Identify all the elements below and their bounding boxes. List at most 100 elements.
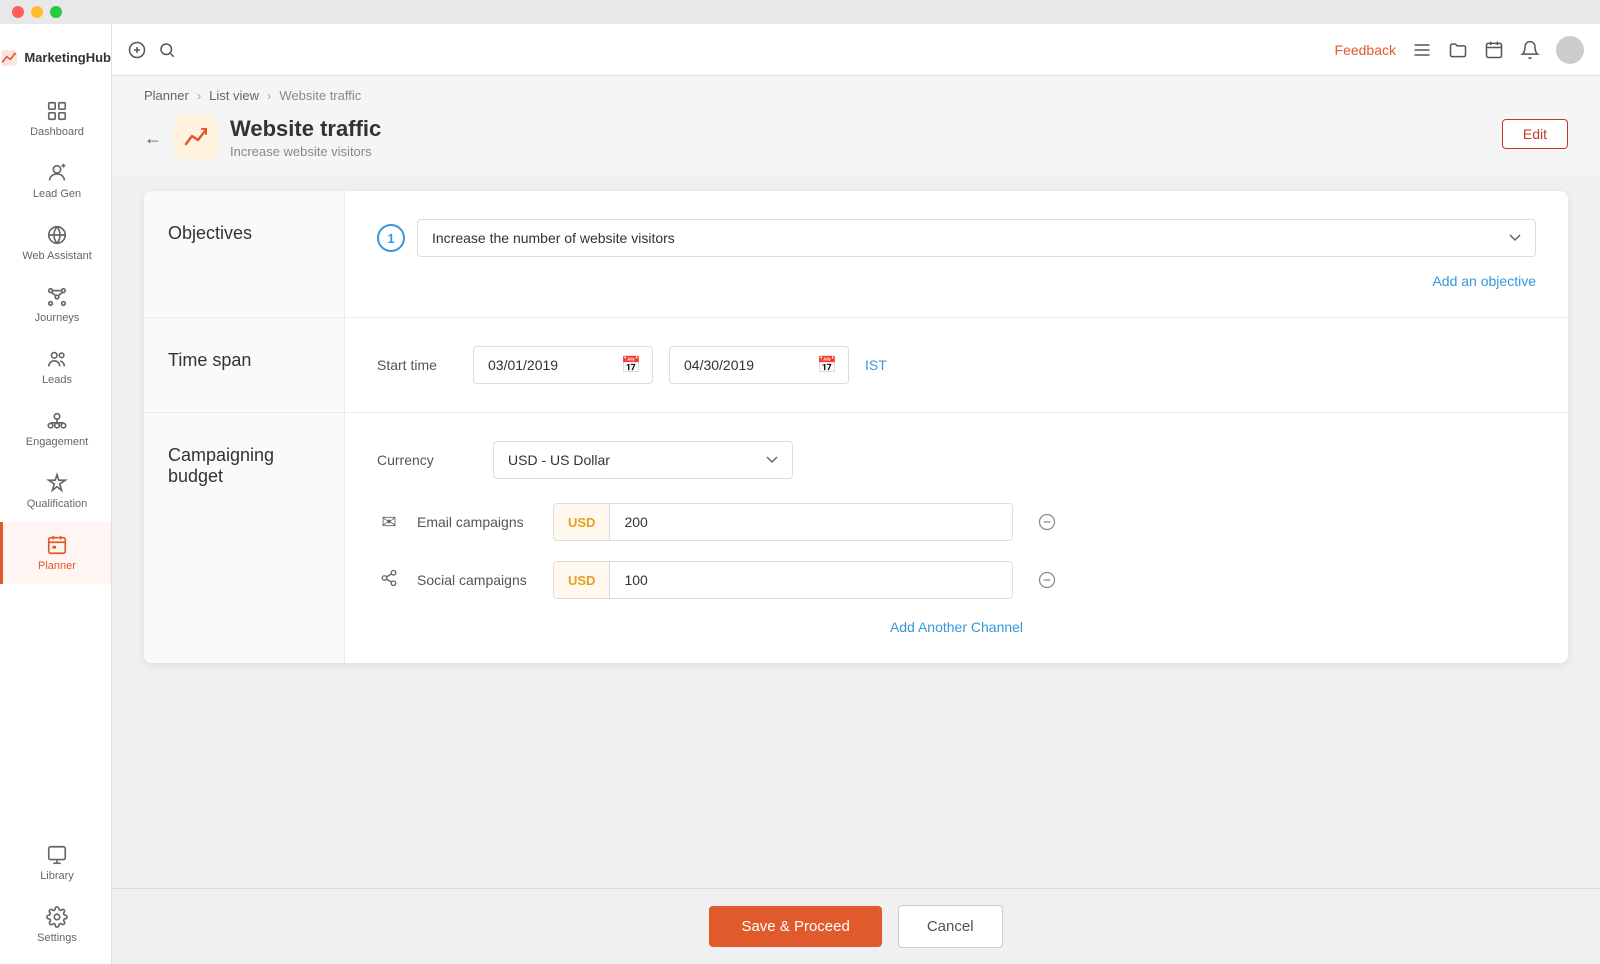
start-time-label: Start time (377, 357, 457, 373)
budget-label: Campaigning budget (144, 413, 344, 663)
planner-icon (46, 534, 68, 556)
close-dot[interactable] (12, 6, 24, 18)
topbar-icons: Feedback (1335, 36, 1584, 64)
back-button[interactable]: ← (144, 128, 162, 149)
minimize-dot[interactable] (31, 6, 43, 18)
share-icon (380, 569, 398, 587)
add-objective-link-wrap: Add an objective (377, 273, 1536, 289)
add-icon[interactable] (128, 41, 146, 59)
feedback-button[interactable]: Feedback (1335, 42, 1396, 58)
sidebar-item-dashboard[interactable]: Dashboard (0, 88, 111, 150)
end-date-input[interactable] (669, 346, 849, 384)
footer-actions: Save & Proceed Cancel (112, 888, 1600, 964)
timezone-label[interactable]: IST (865, 357, 887, 373)
sidebar-bottom: Library Settings (0, 832, 111, 964)
start-date-input[interactable] (473, 346, 653, 384)
email-input-wrap: USD (553, 503, 1013, 541)
remove-email-button[interactable] (1029, 512, 1065, 532)
add-channel-link[interactable]: Add Another Channel (890, 619, 1023, 635)
objectives-section: Objectives 1 Increase the number of webs… (144, 191, 1568, 318)
page-title-group: Website traffic Increase website visitor… (230, 116, 381, 159)
currency-row: Currency USD - US Dollar (377, 441, 1536, 479)
logo-icon (0, 44, 18, 72)
minus-circle-icon (1037, 512, 1057, 532)
lead-gen-icon (46, 162, 68, 184)
page-title-row: ← Website traffic Increase website visit… (144, 115, 1568, 175)
window-chrome (0, 0, 1600, 24)
sidebar-item-lead-gen[interactable]: Lead Gen (0, 150, 111, 212)
timespan-section: Time span Start time 📅 📅 IST (144, 318, 1568, 413)
social-currency-tag: USD (554, 562, 610, 598)
logo-text: MarketingHub (24, 50, 111, 66)
topbar-left (128, 41, 176, 59)
sidebar-item-web-assistant[interactable]: Web Assistant (0, 212, 111, 274)
end-date-wrap: 📅 (669, 346, 849, 384)
sidebar-item-journeys[interactable]: Journeys (0, 274, 111, 336)
user-avatar[interactable] (1556, 36, 1584, 64)
engagement-icon (46, 410, 68, 432)
breadcrumb: Planner › List view › Website traffic (144, 88, 1568, 103)
email-amount-input[interactable] (610, 504, 1012, 540)
main-area: Feedback Planner › List vie (112, 24, 1600, 964)
page-title-left: ← Website traffic Increase website visit… (144, 115, 381, 159)
currency-select[interactable]: USD - US Dollar (493, 441, 793, 479)
cancel-button[interactable]: Cancel (898, 905, 1003, 948)
social-channel-name: Social campaigns (417, 572, 537, 588)
currency-label: Currency (377, 452, 477, 468)
web-assistant-icon (46, 224, 68, 246)
breadcrumb-list-view[interactable]: List view (209, 88, 259, 103)
list-icon[interactable] (1412, 40, 1432, 60)
sidebar-item-settings[interactable]: Settings (0, 894, 111, 956)
objectives-content: 1 Increase the number of website visitor… (344, 191, 1568, 317)
budget-section: Campaigning budget Currency USD - US Dol… (144, 413, 1568, 663)
sidebar-item-library[interactable]: Library (0, 832, 111, 894)
sidebar: MarketingHub Dashboard Lead Gen Web Assi… (0, 24, 112, 964)
timespan-row: Start time 📅 📅 IST (377, 346, 1536, 384)
bell-icon[interactable] (1520, 40, 1540, 60)
objective-select[interactable]: Increase the number of website visitors (417, 219, 1536, 257)
sidebar-item-qualification[interactable]: Qualification (0, 460, 111, 522)
remove-social-button[interactable] (1029, 570, 1065, 590)
timespan-content: Start time 📅 📅 IST (344, 318, 1568, 412)
qualification-icon (46, 472, 68, 494)
sidebar-item-leads[interactable]: Leads (0, 336, 111, 398)
page-title: Website traffic (230, 116, 381, 142)
breadcrumb-planner[interactable]: Planner (144, 88, 189, 103)
objective-row: 1 Increase the number of website visitor… (377, 219, 1536, 257)
dashboard-icon (46, 100, 68, 122)
calendar-icon[interactable] (1484, 40, 1504, 60)
start-date-wrap: 📅 (473, 346, 653, 384)
social-amount-input[interactable] (610, 562, 1012, 598)
logo[interactable]: MarketingHub (0, 32, 111, 88)
social-channel-row: Social campaigns USD (377, 561, 1536, 599)
sidebar-item-planner[interactable]: Planner (0, 522, 111, 584)
email-channel-name: Email campaigns (417, 514, 537, 530)
leads-icon (46, 348, 68, 370)
content-area: Planner › List view › Website traffic ← (112, 76, 1600, 964)
form-container: Objectives 1 Increase the number of webs… (144, 191, 1568, 663)
library-icon (46, 844, 68, 866)
page-icon-svg (183, 124, 209, 150)
search-icon[interactable] (158, 41, 176, 59)
email-channel-row: ✉ Email campaigns USD (377, 503, 1536, 541)
timespan-label: Time span (144, 318, 344, 412)
topbar: Feedback (112, 24, 1600, 76)
add-channel-link-wrap: Add Another Channel (377, 619, 1536, 635)
minus-circle-icon-2 (1037, 570, 1057, 590)
settings-icon (46, 906, 68, 928)
maximize-dot[interactable] (50, 6, 62, 18)
edit-button[interactable]: Edit (1502, 119, 1568, 149)
objective-number: 1 (377, 224, 405, 252)
add-objective-link[interactable]: Add an objective (1432, 273, 1536, 289)
page-icon (174, 115, 218, 159)
save-proceed-button[interactable]: Save & Proceed (709, 906, 881, 947)
journeys-icon (46, 286, 68, 308)
email-currency-tag: USD (554, 504, 610, 540)
social-input-wrap: USD (553, 561, 1013, 599)
sidebar-item-engagement[interactable]: Engagement (0, 398, 111, 460)
social-icon (377, 569, 401, 592)
folder-icon[interactable] (1448, 40, 1468, 60)
sidebar-nav: Dashboard Lead Gen Web Assistant (0, 88, 111, 832)
page-header: Planner › List view › Website traffic ← (112, 76, 1600, 175)
page-subtitle: Increase website visitors (230, 144, 381, 159)
